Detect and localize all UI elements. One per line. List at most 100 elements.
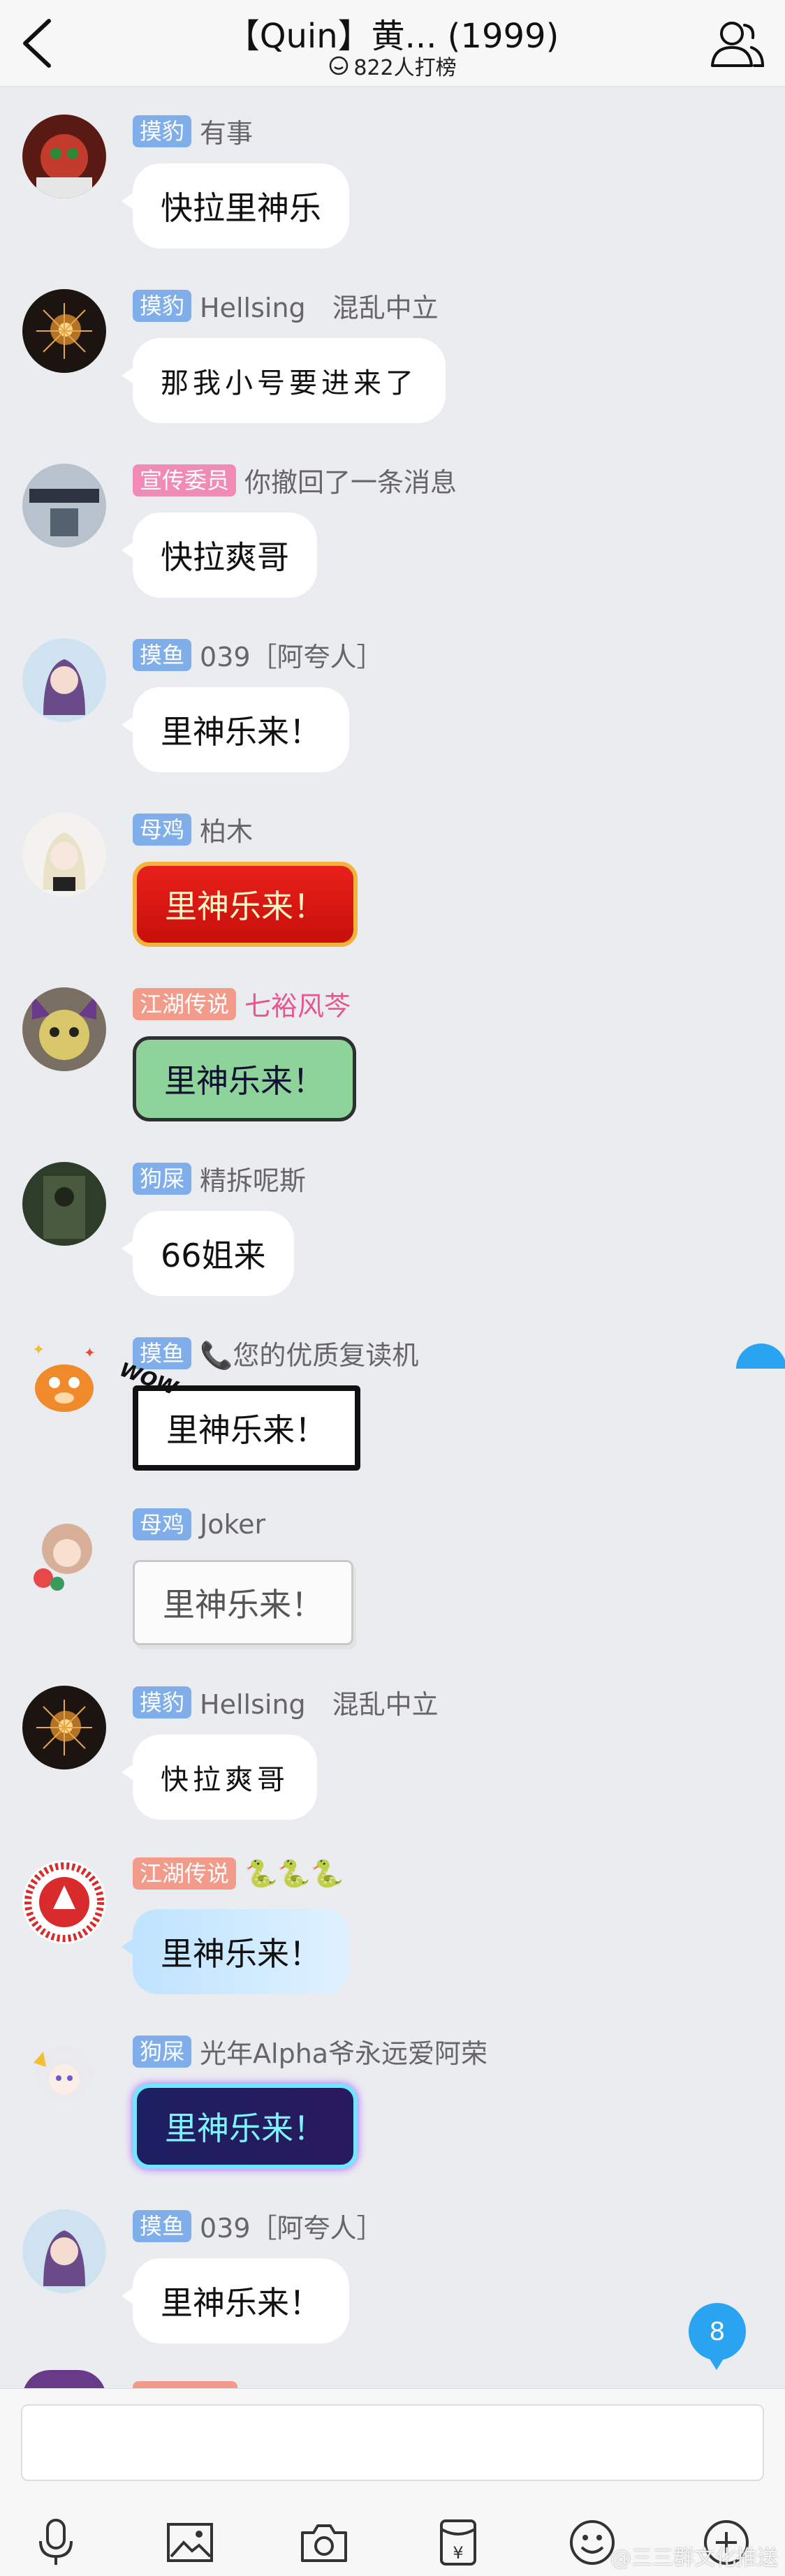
smile-circle-icon bbox=[330, 56, 349, 75]
message-item: 江湖传说 七裕风芩 里神乐来！ bbox=[0, 959, 785, 1134]
sender-name[interactable]: 光年Alpha爷永远爱阿荣 bbox=[200, 2032, 487, 2070]
avatar[interactable] bbox=[22, 1162, 106, 1246]
sender-meta: 江湖传说 七裕风芩 bbox=[133, 985, 351, 1023]
rank-badge: 摸豹 bbox=[133, 115, 192, 147]
avatar[interactable] bbox=[22, 2209, 106, 2293]
avatar[interactable] bbox=[22, 289, 106, 373]
sender-meta: 摸鱼 039［阿夸人］ bbox=[133, 2207, 383, 2245]
sender-meta: 狗屎 光年Alpha爷永远爱阿荣 bbox=[133, 2032, 487, 2070]
rank-badge: 江湖传说 bbox=[133, 1857, 237, 1890]
message-item: 江湖传说 🐍🐍🐍 里神乐来！ bbox=[0, 1832, 785, 2007]
avatar[interactable] bbox=[22, 1511, 106, 1595]
sender-meta: 摸豹 有事 bbox=[133, 112, 253, 150]
voice-button[interactable] bbox=[28, 2515, 84, 2570]
sender-meta: 狗屎 精拆呢斯 bbox=[133, 1159, 306, 1198]
sender-name[interactable]: Hellsing 混乱中立 bbox=[200, 286, 439, 325]
sender-name[interactable]: 039［阿夸人］ bbox=[200, 2207, 383, 2245]
rank-badge: 摸豹 bbox=[133, 289, 192, 322]
message-bubble[interactable]: 里神乐来！ bbox=[133, 2084, 358, 2169]
chat-header: 【Quin】黄... (1999) 822人打榜 bbox=[0, 0, 785, 87]
message-item: 摸鱼 039［阿夸人］ 里神乐来！ bbox=[0, 2181, 785, 2356]
camera-icon bbox=[301, 2524, 347, 2562]
sender-name[interactable]: 039［阿夸人］ bbox=[200, 635, 383, 674]
sender-meta: 宣传委员 你撤回了一条消息 bbox=[133, 461, 457, 499]
rank-badge: 摸鱼 bbox=[133, 638, 192, 671]
message-bubble[interactable]: 快拉爽哥 bbox=[122, 1735, 317, 1820]
svg-text:✦: ✦ bbox=[84, 1344, 96, 1361]
back-button[interactable] bbox=[18, 15, 60, 71]
sender-meta: 母鸡 柏木 bbox=[133, 810, 253, 848]
message-bubble[interactable]: 里神乐来！ bbox=[133, 1385, 360, 1471]
group-members-button[interactable] bbox=[708, 17, 767, 71]
message-bubble[interactable]: 里神乐来！ bbox=[122, 1909, 349, 1994]
avatar[interactable] bbox=[22, 464, 106, 547]
unread-count-badge[interactable]: 8 bbox=[689, 2303, 746, 2370]
message-item: 宣传委员 你撤回了一条消息 快拉爽哥 bbox=[0, 436, 785, 610]
message-item: 摸豹 Hellsing 混乱中立 快拉爽哥 bbox=[0, 1658, 785, 1832]
sender-meta: 摸鱼 039［阿夸人］ bbox=[133, 635, 383, 674]
message-bubble[interactable]: 里神乐来！ bbox=[122, 687, 349, 772]
message-item: 母鸡 Joker 里神乐来！ bbox=[0, 1483, 785, 1658]
sender-name[interactable]: 七裕风芩 bbox=[244, 985, 351, 1023]
svg-text:✦: ✦ bbox=[32, 1341, 45, 1359]
message-bubble[interactable]: 里神乐来！ bbox=[133, 1560, 353, 1645]
avatar[interactable]: ✦ ✦ bbox=[22, 1337, 106, 1420]
message-item: 摸鱼 039［阿夸人］ 里神乐来！ bbox=[0, 610, 785, 785]
rank-badge: 狗屎 bbox=[133, 2035, 192, 2068]
sender-name[interactable]: 📞您的优质复读机 bbox=[200, 1334, 418, 1372]
microphone-icon bbox=[39, 2519, 73, 2565]
emoji-icon bbox=[570, 2520, 615, 2565]
image-icon bbox=[167, 2523, 213, 2562]
avatar[interactable] bbox=[22, 115, 106, 198]
red-packet-icon: ¥ bbox=[440, 2519, 476, 2566]
message-item: 摸豹 Hellsing 混乱中立 那我小号要进来了 bbox=[0, 261, 785, 436]
message-bubble[interactable]: 里神乐来！ bbox=[133, 862, 358, 947]
message-bubble[interactable]: 快拉里神乐 bbox=[122, 163, 349, 249]
message-item: 母鸡 柏木 里神乐来！ bbox=[0, 785, 785, 959]
group-members-icon bbox=[711, 22, 765, 67]
message-bubble[interactable]: 快拉爽哥 bbox=[122, 513, 317, 598]
camera-button[interactable] bbox=[296, 2515, 352, 2570]
rank-badge: 摸鱼 bbox=[133, 2209, 192, 2242]
message-input[interactable] bbox=[21, 2404, 764, 2481]
rank-badge: 母鸡 bbox=[133, 813, 192, 846]
sender-meta: 摸豹 Hellsing 混乱中立 bbox=[133, 286, 439, 325]
image-button[interactable] bbox=[162, 2515, 218, 2570]
rank-text: 822人打榜 bbox=[353, 56, 457, 80]
message-item: 摸豹 有事 快拉里神乐 bbox=[0, 87, 785, 261]
sender-meta: 江湖传说 🐍🐍🐍 bbox=[133, 1857, 344, 1890]
avatar[interactable] bbox=[22, 2035, 106, 2119]
message-item: 狗屎 精拆呢斯 66姐来 bbox=[0, 1134, 785, 1309]
avatar[interactable] bbox=[22, 1860, 106, 1944]
message-bubble[interactable]: 里神乐来！ bbox=[133, 1036, 356, 1121]
red-packet-button[interactable]: ¥ bbox=[430, 2515, 486, 2570]
rank-badge: 母鸡 bbox=[133, 1508, 192, 1540]
sender-meta: 摸豹 Hellsing 混乱中立 bbox=[133, 1683, 439, 1721]
sender-name[interactable]: 🐍🐍🐍 bbox=[244, 1858, 344, 1890]
rank-badge: 江湖传说 bbox=[133, 987, 237, 1020]
watermark: @三三群文化推送 bbox=[610, 2546, 778, 2570]
sender-meta: 摸鱼 📞您的优质复读机 bbox=[133, 1334, 418, 1372]
rank-badge: 狗屎 bbox=[133, 1162, 192, 1195]
svg-text:¥: ¥ bbox=[453, 2543, 463, 2563]
avatar[interactable] bbox=[22, 638, 106, 722]
chevron-left-icon bbox=[23, 19, 51, 68]
sender-name[interactable]: Joker bbox=[200, 1509, 265, 1540]
rank-info[interactable]: 822人打榜 bbox=[210, 50, 575, 81]
message-bubble[interactable]: 里神乐来！ bbox=[122, 2258, 349, 2343]
sender-name[interactable]: 有事 bbox=[200, 112, 253, 150]
sender-name: 你撤回了一条消息 bbox=[244, 467, 457, 498]
avatar[interactable] bbox=[22, 987, 106, 1071]
message-bubble[interactable]: 那我小号要进来了 bbox=[122, 338, 446, 423]
sender-name[interactable]: 精拆呢斯 bbox=[200, 1159, 306, 1198]
message-bubble[interactable]: 66姐来 bbox=[122, 1211, 294, 1296]
sender-name[interactable]: Hellsing 混乱中立 bbox=[200, 1683, 439, 1721]
message-item: 狗屎 光年Alpha爷永远爱阿荣 里神乐来！ bbox=[0, 2007, 785, 2181]
sender-meta: 母鸡 Joker bbox=[133, 1508, 265, 1540]
rank-badge: 摸豹 bbox=[133, 1686, 192, 1718]
message-item: ✦ ✦ 摸鱼 📞您的优质复读机 里神乐来！ WOW bbox=[0, 1309, 785, 1483]
sender-name[interactable]: 柏木 bbox=[200, 810, 253, 848]
message-list[interactable]: 摸豹 有事 快拉里神乐 摸豹 Hellsing 混乱中立 那我小号要进来了 宣传… bbox=[0, 87, 785, 2391]
avatar[interactable] bbox=[22, 813, 106, 897]
avatar[interactable] bbox=[22, 1686, 106, 1769]
